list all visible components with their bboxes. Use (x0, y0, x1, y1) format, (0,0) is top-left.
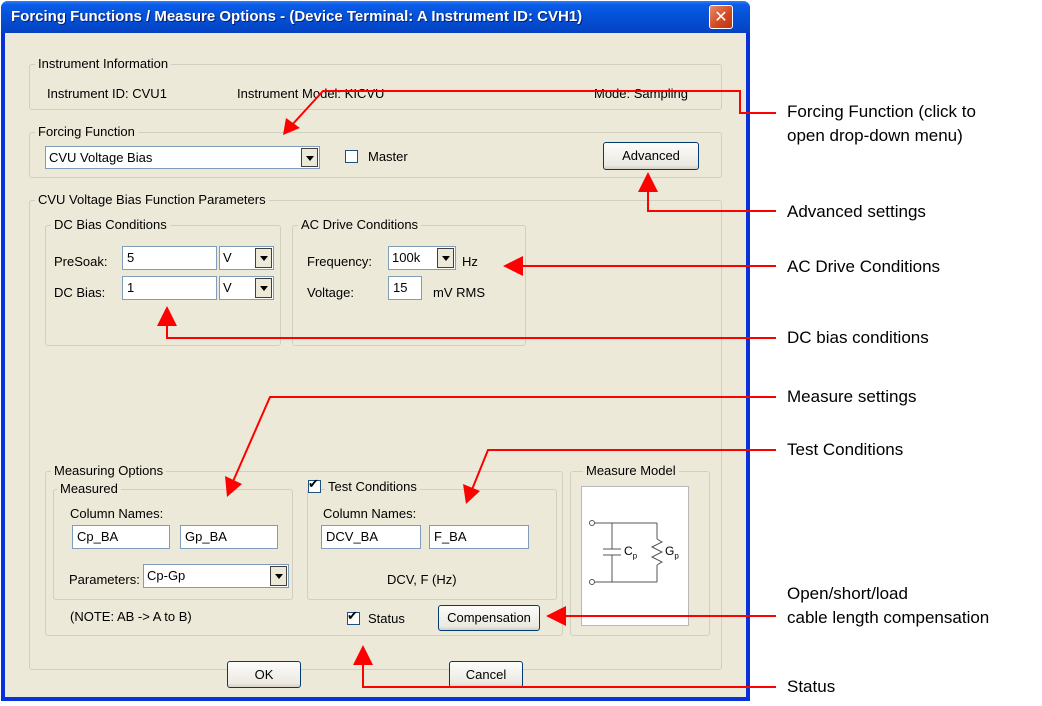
arrowhead-dc-bias-icon (157, 306, 177, 326)
arrowhead-compensation-icon (546, 606, 566, 626)
annotation-measure-settings: Measure settings (787, 387, 917, 406)
arrowhead-status-icon (353, 645, 373, 665)
annotation-test-conditions: Test Conditions (787, 440, 904, 459)
callout-advanced-line (647, 186, 776, 212)
arrowhead-test-conditions-icon (463, 484, 480, 504)
annotation-dc-bias: DC bias conditions (787, 328, 929, 347)
callout-measure-settings-line (230, 396, 776, 487)
arrowhead-forcing-function-icon (283, 118, 300, 135)
arrowhead-advanced-icon (638, 172, 658, 192)
annotation-compensation-line2: cable length compensation (787, 608, 990, 627)
annotation-advanced: Advanced settings (787, 202, 926, 221)
annotation-compensation-line1: Open/short/load (787, 584, 908, 603)
callout-forcing-function-line (290, 90, 776, 127)
callout-status-line (362, 665, 776, 688)
annotation-forcing-function-line2: open drop-down menu) (787, 126, 963, 145)
annotation-ac-drive: AC Drive Conditions (787, 257, 941, 276)
callout-dc-bias-line (166, 320, 776, 339)
callout-test-conditions-line (470, 449, 776, 493)
annotation-forcing-function-line1: Forcing Function (click to (787, 102, 976, 121)
arrowhead-ac-drive-icon (503, 256, 523, 276)
annotation-status: Status (787, 677, 836, 696)
